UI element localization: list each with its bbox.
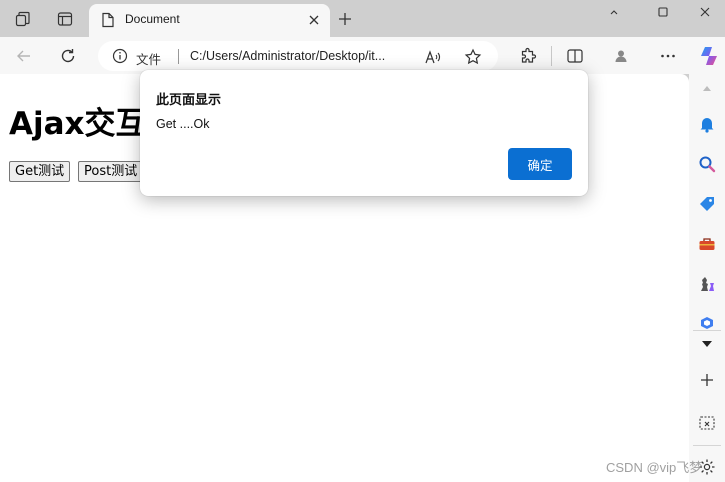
close-tab-icon[interactable] <box>306 12 322 28</box>
get-test-button[interactable]: Get测试 <box>9 161 71 182</box>
back-arrow-icon[interactable] <box>12 44 36 68</box>
page-heading: Ajax交互 <box>9 106 147 142</box>
star-icon[interactable] <box>463 47 483 67</box>
puzzle-icon[interactable] <box>516 44 540 68</box>
toolbar: 文件 C:/Users/Administrator/Desktop/it... <box>0 37 725 74</box>
tab-actions-icon[interactable] <box>54 8 76 30</box>
minimize-icon[interactable] <box>591 0 637 24</box>
search-icon[interactable] <box>697 154 717 174</box>
tab-document[interactable]: Document <box>89 4 330 37</box>
office-icon[interactable] <box>697 312 717 332</box>
dialog-title: 此页面显示 <box>156 93 222 108</box>
alert-dialog: 此页面显示 Get ....Ok 确定 <box>140 70 588 196</box>
new-tab-button[interactable] <box>334 8 356 30</box>
document-icon <box>101 12 115 32</box>
profile-icon[interactable] <box>609 44 633 68</box>
add-icon[interactable] <box>697 370 717 390</box>
security-label: 文件 <box>136 53 162 67</box>
watermark: CSDN @vip飞梦 <box>606 460 703 475</box>
close-window-icon[interactable] <box>685 0 725 24</box>
maximize-icon[interactable] <box>640 0 686 24</box>
refresh-icon[interactable] <box>56 44 80 68</box>
post-test-button[interactable]: Post测试 <box>78 161 144 182</box>
workspaces-icon[interactable] <box>12 8 34 30</box>
toolbox-icon[interactable] <box>697 234 717 254</box>
tab-title: Document <box>125 12 180 26</box>
split-screen-icon[interactable] <box>563 44 587 68</box>
sidebar-divider-bottom <box>693 445 721 446</box>
info-icon[interactable] <box>112 48 128 68</box>
ok-button[interactable]: 确定 <box>508 148 572 180</box>
edge-sidebar <box>689 74 725 482</box>
sidebar-divider <box>693 330 721 331</box>
screenshot-icon[interactable] <box>697 414 717 434</box>
tag-icon[interactable] <box>697 194 717 214</box>
more-dots-icon[interactable] <box>656 44 680 68</box>
read-aloud-icon[interactable] <box>423 47 443 67</box>
chevron-down-icon[interactable] <box>697 334 717 354</box>
address-bar[interactable]: 文件 C:/Users/Administrator/Desktop/it... <box>98 41 498 71</box>
chess-icon[interactable] <box>697 274 717 294</box>
dialog-message: Get ....Ok <box>156 117 210 131</box>
bell-icon[interactable] <box>697 114 717 134</box>
scroll-up-icon[interactable] <box>697 78 717 98</box>
toolbar-divider <box>551 46 552 66</box>
address-divider <box>178 49 179 64</box>
url-text[interactable]: C:/Users/Administrator/Desktop/it... <box>190 49 415 63</box>
tab-strip: Document <box>0 0 725 37</box>
copilot-icon[interactable] <box>698 44 722 68</box>
